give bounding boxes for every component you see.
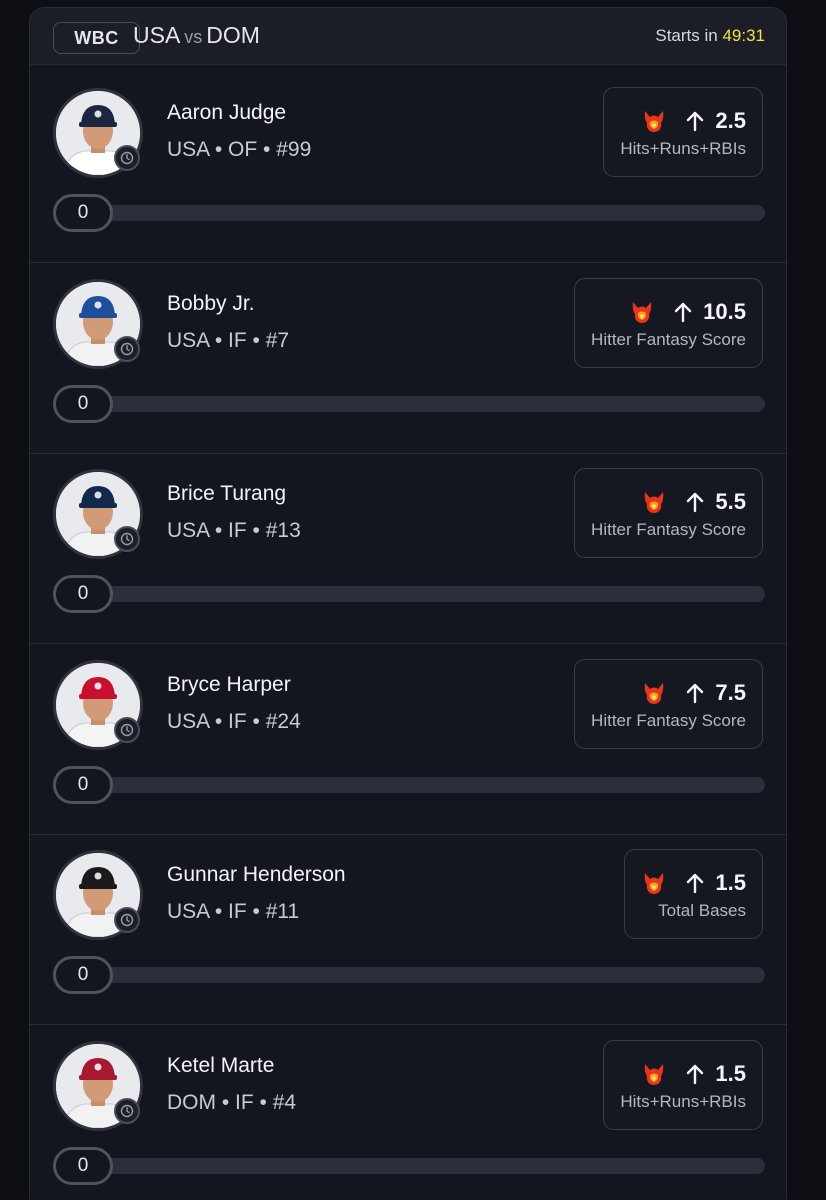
player-name: Ketel Marte bbox=[167, 1054, 275, 1077]
prop-line-value: 1.5 bbox=[715, 1061, 746, 1086]
progress-value: 0 bbox=[53, 194, 113, 232]
countdown-timer: 49:31 bbox=[722, 26, 765, 45]
progress-value: 0 bbox=[53, 956, 113, 995]
player-meta: USA • IF • #7 bbox=[167, 328, 290, 352]
prop-stat-type: Hits+Runs+RBIs bbox=[620, 1092, 746, 1111]
arrow-up-icon bbox=[687, 683, 704, 703]
player-meta: USA • IF • #24 bbox=[167, 709, 301, 733]
progress-value: 0 bbox=[53, 384, 113, 423]
prop-stat-type: Hitter Fantasy Score bbox=[591, 710, 746, 730]
player-row[interactable]: Gunnar Henderson USA • IF • #11 1.5 Tota… bbox=[30, 835, 786, 1026]
away-team: DOM bbox=[206, 22, 260, 48]
player-meta: USA • IF • #13 bbox=[167, 519, 301, 543]
clock-icon bbox=[114, 145, 140, 171]
clock-icon bbox=[114, 716, 140, 743]
prop-pick-button[interactable]: 2.5 Hits+Runs+RBIs bbox=[603, 87, 763, 177]
prop-stat-type: Hitter Fantasy Score bbox=[591, 520, 746, 540]
fire-icon bbox=[645, 111, 664, 132]
start-countdown: Starts in 49:31 bbox=[655, 26, 765, 46]
progress-track bbox=[53, 776, 765, 793]
home-team: USA bbox=[133, 22, 181, 48]
progress-value: 0 bbox=[53, 1147, 113, 1185]
player-row[interactable]: Brice Turang USA • IF • #13 5.5 Hitter F… bbox=[30, 454, 786, 645]
progress-track bbox=[53, 205, 765, 221]
clock-icon bbox=[114, 335, 140, 362]
player-name: Bryce Harper bbox=[167, 672, 291, 696]
progress-value: 0 bbox=[53, 765, 113, 804]
prop-stat-type: Hits+Runs+RBIs bbox=[620, 139, 746, 158]
prop-line-value: 2.5 bbox=[715, 108, 746, 133]
arrow-up-icon bbox=[687, 111, 704, 132]
vs-label: vs bbox=[184, 27, 203, 47]
game-card: WBC USA vs DOM Starts in 49:31 Aaron Jud… bbox=[29, 7, 787, 1200]
fire-icon bbox=[645, 873, 664, 895]
game-header: WBC USA vs DOM Starts in 49:31 bbox=[30, 8, 786, 65]
player-name: Brice Turang bbox=[167, 482, 287, 506]
fire-icon bbox=[632, 301, 652, 323]
prop-stat-type: Total Bases bbox=[658, 901, 746, 921]
progress-track bbox=[53, 967, 765, 984]
clock-icon bbox=[114, 526, 140, 553]
progress-track bbox=[53, 586, 765, 603]
prop-pick-button[interactable]: 1.5 Hits+Runs+RBIs bbox=[603, 1040, 763, 1130]
arrow-up-icon bbox=[674, 302, 692, 322]
player-meta: USA • OF • #99 bbox=[167, 138, 312, 161]
player-row[interactable]: Bobby Jr. USA • IF • #7 10.5 Hitter Fant… bbox=[30, 264, 786, 454]
player-row[interactable]: Ketel Marte DOM • IF • #4 1.5 Hits+Runs+… bbox=[30, 1026, 786, 1200]
prop-pick-button[interactable]: 7.5 Hitter Fantasy Score bbox=[574, 658, 763, 749]
clock-icon bbox=[114, 1098, 140, 1124]
prop-line-value: 7.5 bbox=[715, 679, 746, 705]
league-badge: WBC bbox=[53, 22, 140, 54]
prop-pick-button[interactable]: 1.5 Total Bases bbox=[624, 849, 763, 940]
arrow-up-icon bbox=[687, 874, 704, 894]
prop-line-value: 5.5 bbox=[715, 489, 746, 515]
prop-line-value: 1.5 bbox=[715, 870, 746, 896]
player-name: Bobby Jr. bbox=[167, 291, 255, 315]
player-row[interactable]: Aaron Judge USA • OF • #99 2.5 Hits+Runs… bbox=[30, 73, 786, 263]
arrow-up-icon bbox=[687, 1064, 704, 1085]
progress-value: 0 bbox=[53, 575, 113, 614]
fire-icon bbox=[645, 1064, 664, 1085]
progress-track bbox=[53, 395, 765, 412]
player-row[interactable]: Bryce Harper USA • IF • #24 7.5 Hitter F… bbox=[30, 645, 786, 835]
fire-icon bbox=[645, 682, 664, 704]
prop-pick-button[interactable]: 10.5 Hitter Fantasy Score bbox=[574, 277, 763, 368]
prop-line-value: 10.5 bbox=[703, 298, 746, 324]
player-meta: USA • IF • #11 bbox=[167, 900, 300, 924]
starts-label: Starts in bbox=[655, 26, 718, 45]
prop-pick-button[interactable]: 5.5 Hitter Fantasy Score bbox=[574, 468, 763, 559]
progress-track bbox=[53, 1158, 765, 1174]
player-name: Gunnar Henderson bbox=[167, 863, 346, 887]
arrow-up-icon bbox=[687, 492, 704, 513]
fire-icon bbox=[645, 492, 664, 514]
matchup-title: USA vs DOM bbox=[133, 22, 260, 49]
player-meta: DOM • IF • #4 bbox=[167, 1091, 297, 1114]
clock-icon bbox=[114, 907, 140, 934]
player-name: Aaron Judge bbox=[167, 101, 287, 124]
prop-stat-type: Hitter Fantasy Score bbox=[591, 329, 746, 349]
